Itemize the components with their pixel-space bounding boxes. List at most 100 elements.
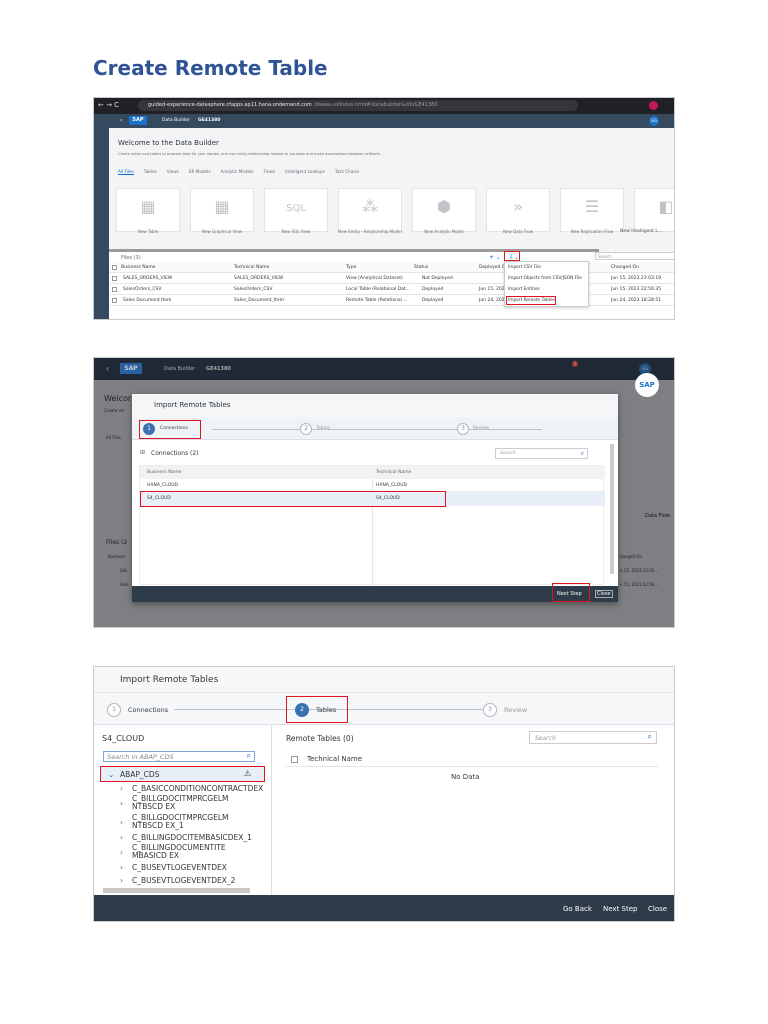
tab-bar: All Files Tables Views ER Models Analyti…: [118, 169, 359, 175]
menu-import-objects[interactable]: Import Objects from CSV/JSON File: [508, 276, 582, 281]
tab-views[interactable]: Views: [167, 169, 179, 175]
sap-assistant-icon[interactable]: SAP: [635, 373, 659, 397]
row-checkbox[interactable]: [112, 276, 117, 281]
row-checkbox[interactable]: [112, 287, 117, 292]
table-row[interactable]: SalesOrders_CSV SalesOrders_CSV Local Ta…: [109, 284, 674, 295]
close-button[interactable]: Close: [648, 905, 667, 913]
row-checkbox[interactable]: [112, 298, 117, 303]
tab-intelligent-lookups[interactable]: Intelligent Lookups: [285, 169, 325, 175]
dialog-header: Import Remote Tables: [132, 394, 618, 418]
step-3-review[interactable]: 3: [483, 703, 497, 717]
cell: Jun 15, 202: [479, 287, 505, 292]
cell: Deployed: [422, 287, 444, 292]
screenshot-data-builder: ← → C guided-experience-datasphere.cfapp…: [93, 97, 675, 320]
tab-task-chains[interactable]: Task Chains: [335, 169, 360, 175]
profile-icon[interactable]: [649, 101, 658, 110]
tree-search-input[interactable]: Search in ABAP_CDS ⌕: [103, 751, 255, 762]
dialog-scrollbar[interactable]: [610, 444, 614, 574]
add-icon[interactable]: + ⌄: [489, 254, 501, 261]
step-label: Tables: [316, 426, 330, 431]
search-icon[interactable]: ⌕: [581, 450, 584, 458]
tree-item[interactable]: › C_BILLGDOCITMPRCGELMNTBSCD EX_1: [120, 814, 265, 833]
col-status: Status: [414, 265, 429, 270]
tree-item-label: C_BUSEVTLOGEVENTDEX_2: [132, 876, 236, 885]
step-1-connections[interactable]: 1: [107, 703, 121, 717]
close-button[interactable]: Close: [595, 590, 613, 598]
connections-label: Connections (2): [151, 450, 199, 457]
tree-item[interactable]: › C_BILLGDOCITMPRCGELMNTBSCD EX: [120, 795, 265, 814]
highlight-step-1: [139, 420, 201, 439]
browser-nav-icons[interactable]: ← → C: [98, 101, 119, 109]
cell: Jun 24, 202: [479, 298, 505, 303]
cell: SalesOrders_CSV: [234, 287, 273, 292]
back-icon[interactable]: ‹: [106, 364, 109, 373]
tab-flows[interactable]: Flows: [263, 169, 275, 175]
tree-item-label: C_BILLINGDOCITEMBASICDEX_1: [132, 833, 252, 842]
tile-new-data-flow[interactable]: »: [486, 188, 550, 232]
next-step-button[interactable]: Next Step: [603, 905, 637, 913]
highlight-step-2: [286, 696, 348, 723]
tab-tables[interactable]: Tables: [144, 169, 157, 175]
col-technical-name: Technical Name: [376, 470, 412, 475]
tile-new-sql-view[interactable]: SQL: [264, 188, 328, 232]
tile-label: New Entity - Relationship Model: [338, 229, 402, 234]
step-2-tables[interactable]: 2: [300, 423, 312, 435]
search-icon[interactable]: ⌕: [247, 751, 251, 761]
search-placeholder: Search: [500, 451, 516, 456]
space-name: GE41380: [198, 118, 221, 123]
shell-bar: ‹ SAP Data Builder GE41380 2 GG: [94, 358, 674, 380]
tile-new-intelligent-lookup[interactable]: ◧: [634, 188, 674, 232]
tile-new-graphical-view[interactable]: ▦: [190, 188, 254, 232]
dialog-header: Import Remote Tables: [94, 667, 674, 693]
select-all-checkbox[interactable]: [291, 756, 298, 763]
select-all-checkbox[interactable]: [112, 265, 117, 270]
url-path: /dwaas-ui/index.html#/databuilder&/db/GE…: [314, 102, 438, 108]
tree-item[interactable]: › C_BILLINGDOCUMENTITEMBASICD EX: [120, 844, 265, 863]
tile-new-er-model[interactable]: ⁂: [338, 188, 402, 232]
connections-search[interactable]: Search ⌕: [495, 448, 588, 459]
table-row[interactable]: Sales Document Item Sales_Document_Item …: [109, 295, 674, 306]
remote-tables-panel: Remote Tables (0) Search ⌕ Technical Nam…: [273, 725, 674, 895]
bg-tab: All Files: [106, 435, 122, 440]
menu-import-entities[interactable]: Import Entities: [508, 287, 540, 292]
highlight-next-step: [552, 583, 590, 602]
col-changed-on: Changed On: [611, 265, 639, 270]
remote-search-input[interactable]: Search ⌕: [529, 731, 657, 744]
connections-table: Business Name Technical Name HANA_CLOUD …: [139, 465, 605, 586]
go-back-button[interactable]: Go Back: [563, 905, 592, 913]
cell: SalesOrders_CSV: [123, 287, 162, 292]
bg-col: Business: [108, 554, 126, 559]
tile-new-table[interactable]: ▦: [116, 188, 180, 232]
cell: Local Table (Relational Dat...: [346, 287, 410, 292]
tile-label: New SQL View: [281, 229, 311, 234]
tab-all-files[interactable]: All Files: [118, 169, 134, 175]
menu-import-csv[interactable]: Import CSV File: [508, 265, 541, 270]
source-name: S4_CLOUD: [102, 734, 145, 743]
tree-item[interactable]: › C_BUSEVTLOGEVENTDEX_2: [120, 876, 265, 886]
back-icon[interactable]: ‹: [120, 117, 122, 124]
step-label: Connections: [128, 706, 169, 714]
chevron-right-icon: ›: [120, 818, 123, 827]
step-3-review[interactable]: 3: [457, 423, 469, 435]
tree-item[interactable]: › C_BUSEVTLOGEVENTDEX: [120, 863, 265, 876]
tab-analytic-models[interactable]: Analytic Models: [221, 169, 254, 175]
cell: HANA_CLOUD: [147, 483, 178, 488]
address-bar[interactable]: guided-experience-datasphere.cfapps.ap11…: [138, 100, 578, 111]
tree-item-label: C_BUSEVTLOGEVENTDEX: [132, 863, 227, 872]
search-icon[interactable]: ⌕: [648, 732, 652, 742]
wizard-progress: 1 Connections 2 Tables 3 Review: [132, 418, 618, 440]
tree-scrollbar[interactable]: [103, 888, 250, 893]
tile-new-analytic-model[interactable]: ⬢: [412, 188, 476, 232]
tab-er-models[interactable]: ER Models: [189, 169, 211, 175]
table-row[interactable]: SALES_ORDERS_VIEW SALES_ORDERS_VIEW View…: [109, 273, 674, 284]
import-dialog: Import Remote Tables 1 Connections 2 Tab…: [132, 394, 618, 602]
avatar[interactable]: GG: [649, 116, 659, 126]
cell: Sales_Document_Item: [234, 298, 285, 303]
tile-new-replication-flow[interactable]: ☰: [560, 188, 624, 232]
search-input[interactable]: Search: [595, 252, 674, 260]
tile-label: New Table: [137, 229, 159, 234]
bg-row: SAL: [120, 568, 128, 573]
bg-welcome: Welcor: [104, 394, 132, 403]
highlight-s4-cloud: [140, 491, 446, 507]
col-technical-name: Technical Name: [307, 755, 363, 763]
